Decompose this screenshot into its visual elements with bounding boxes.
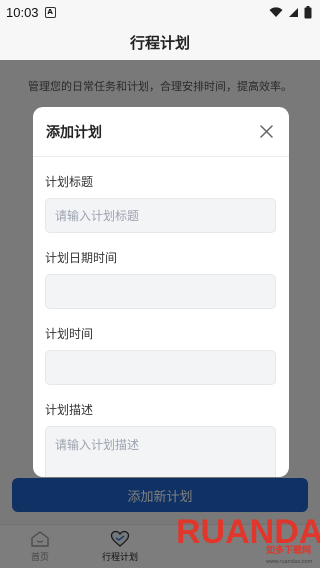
plan-datetime-input[interactable] xyxy=(45,274,276,309)
modal-header: 添加计划 xyxy=(33,107,289,157)
plan-time-input[interactable] xyxy=(45,350,276,385)
cellular-icon xyxy=(289,7,298,17)
wifi-icon xyxy=(269,6,283,17)
modal-title: 添加计划 xyxy=(46,124,102,141)
battery-icon xyxy=(304,5,312,18)
a-badge-icon: A xyxy=(44,6,56,18)
plan-title-label: 计划标题 xyxy=(45,175,94,189)
plan-description-label: 计划描述 xyxy=(45,403,94,417)
status-time: 10:03 xyxy=(6,4,39,20)
add-plan-dialog: 添加计划 计划标题 计划日期时间 计划时间 计划描述 xyxy=(33,107,289,477)
close-icon xyxy=(259,125,273,138)
status-bar: 10:03 A xyxy=(0,0,320,24)
status-left: 10:03 A xyxy=(6,5,56,20)
plan-datetime-label: 计划日期时间 xyxy=(45,251,118,265)
app-header: 行程计划 xyxy=(0,24,320,60)
watermark-url: www.ruandao.com xyxy=(266,559,312,565)
ruandao-watermark-logo: RUANDAO 如多下载网 www.ruandao.com xyxy=(176,513,320,565)
status-right xyxy=(269,5,312,19)
page-title: 行程计划 xyxy=(129,33,190,52)
plan-description-input[interactable] xyxy=(45,426,276,477)
watermark-tagline: 如多下载网 xyxy=(266,544,311,556)
plan-title-input[interactable] xyxy=(45,198,276,233)
close-button[interactable] xyxy=(257,123,275,141)
plan-time-label: 计划时间 xyxy=(45,327,94,341)
modal-body: 计划标题 计划日期时间 计划时间 计划描述 xyxy=(33,173,289,477)
